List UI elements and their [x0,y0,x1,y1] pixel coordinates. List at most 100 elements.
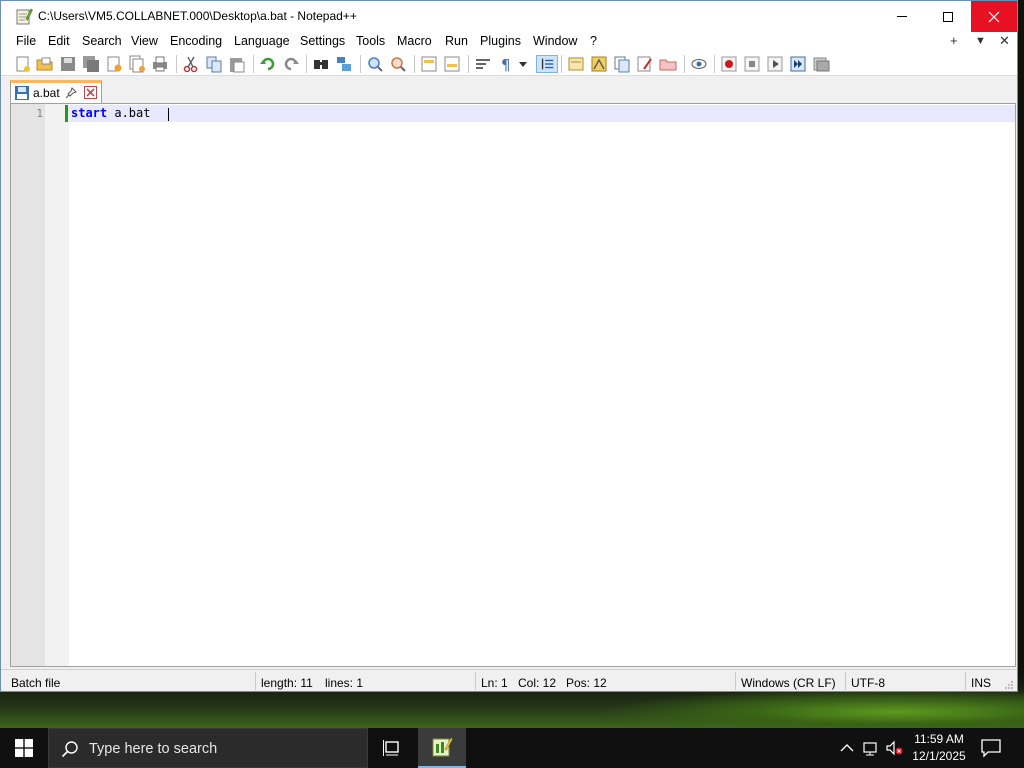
new-tab-plus-icon[interactable]: + [950,33,958,48]
resize-grip-icon[interactable] [1004,680,1014,690]
cut-icon[interactable] [182,55,200,73]
taskbar-clock[interactable]: 11:59 AM 12/1/2025 [908,731,970,765]
status-line: Ln: 1 [481,676,508,690]
save-icon[interactable] [59,55,77,73]
task-view-button[interactable] [372,728,412,768]
change-history-marker [65,105,68,122]
minimize-icon [897,16,907,17]
function-list-icon[interactable] [613,55,631,73]
save-macro-icon[interactable] [812,55,830,73]
notification-center-icon[interactable] [980,738,1002,758]
menu-window[interactable]: Window [533,34,577,48]
keyword-token: start [71,106,108,120]
zoom-in-icon[interactable] [366,55,384,73]
copy-icon[interactable] [205,55,223,73]
maximize-icon [943,11,953,22]
toolbar-separator [468,55,469,73]
replace-icon[interactable] [335,55,353,73]
maximize-button[interactable] [925,1,971,32]
network-icon[interactable] [862,740,880,756]
show-hidden-icons-chevron-icon[interactable] [838,740,856,756]
status-encoding[interactable]: UTF-8 [851,676,885,690]
menu-encoding[interactable]: Encoding [170,34,222,48]
toolbar-separator [561,55,562,73]
line-number-gutter: 1 [11,104,45,666]
toolbar-separator [684,55,685,73]
start-button[interactable] [0,728,48,768]
tab-label: a.bat [33,86,60,100]
fold-margin[interactable] [45,104,69,666]
taskbar-search-box[interactable]: Type here to search [48,728,368,768]
status-separator [475,672,476,690]
current-line-highlight [69,105,1015,122]
menu-plugins[interactable]: Plugins [480,34,521,48]
folder-workspace-icon[interactable] [636,55,654,73]
minimize-button[interactable] [879,1,925,32]
code-line[interactable]: start a.bat [71,106,150,120]
doc-map-icon[interactable] [590,55,608,73]
tab-a-bat[interactable]: a.bat [10,80,102,103]
menu-tools[interactable]: Tools [356,34,385,48]
close-all-icon[interactable] [128,55,146,73]
menu-view[interactable]: View [131,34,158,48]
status-file-type: Batch file [11,676,61,690]
chevron-down-icon[interactable] [517,55,529,73]
toolbar-separator [253,55,254,73]
search-icon [61,741,78,758]
open-file-icon[interactable] [36,55,54,73]
menu-run[interactable]: Run [445,34,468,48]
indent-guide-icon[interactable] [536,55,558,73]
status-eol-format[interactable]: Windows (CR LF) [741,676,836,690]
find-icon[interactable] [312,55,330,73]
text-editor[interactable]: 1 start a.bat [10,103,1016,667]
taskbar-notepad-plus-plus[interactable] [418,728,466,768]
close-window-button[interactable] [971,1,1017,32]
project-panel-icon[interactable] [659,55,677,73]
menu-search[interactable]: Search [82,34,122,48]
close-tab-icon[interactable] [84,86,97,99]
volume-muted-icon[interactable] [886,740,904,756]
new-file-icon[interactable] [14,55,32,73]
menu-settings[interactable]: Settings [300,34,345,48]
menu-macro[interactable]: Macro [397,34,432,48]
run-macro-multiple-icon[interactable] [789,55,807,73]
status-position: Pos: 12 [566,676,607,690]
status-separator [965,672,966,690]
print-icon[interactable] [151,55,169,73]
status-insert-mode[interactable]: INS [971,676,991,690]
pin-icon[interactable] [65,87,77,99]
text-caret [168,108,169,121]
sync-horizontal-icon[interactable] [443,55,461,73]
zoom-out-icon[interactable] [389,55,407,73]
notepad-app-icon [16,8,33,25]
close-file-icon[interactable] [105,55,123,73]
menu-file[interactable]: File [16,34,36,48]
undo-icon[interactable] [259,55,277,73]
search-placeholder: Type here to search [89,741,218,757]
status-bar: Batch file length: 11 lines: 1 Ln: 1 Col… [1,669,1017,691]
status-lines: lines: 1 [325,676,364,690]
title-bar[interactable]: C:\Users\VM5.COLLABNET.000\Desktop\a.bat… [1,1,1017,32]
paste-icon[interactable] [228,55,246,73]
windows-logo-icon [15,739,33,757]
user-lang-icon[interactable] [567,55,585,73]
save-all-icon[interactable] [82,55,100,73]
toolbar-separator [176,55,177,73]
play-macro-icon[interactable] [766,55,784,73]
redo-icon[interactable] [282,55,300,73]
status-separator [845,672,846,690]
word-wrap-icon[interactable] [474,55,492,73]
stop-record-icon[interactable] [743,55,761,73]
menu-help[interactable]: ? [590,34,597,48]
status-column: Col: 12 [518,676,557,690]
sync-vertical-icon[interactable] [420,55,438,73]
menu-language[interactable]: Language [234,34,290,48]
menu-edit[interactable]: Edit [48,34,70,48]
show-all-chars-icon[interactable]: ¶ [497,55,515,73]
close-document-icon[interactable]: ✕ [999,33,1010,49]
desktop-wallpaper-detail [600,688,1024,728]
tab-list-dropdown-icon[interactable]: ▼ [975,35,986,47]
monitoring-eye-icon[interactable] [690,55,708,73]
toolbar: ¶ [1,52,1017,76]
record-macro-icon[interactable] [720,55,738,73]
